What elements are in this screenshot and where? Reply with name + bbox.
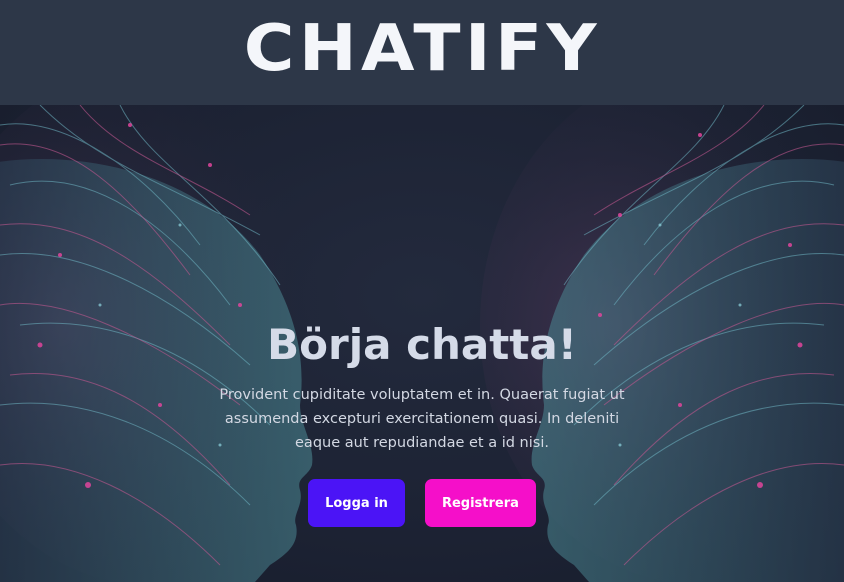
- top-header: CHATIFY: [0, 0, 844, 105]
- hero-actions: Logga in Registrera: [0, 479, 844, 527]
- hero-headline: Börja chatta!: [267, 320, 577, 369]
- hero-content: Börja chatta! Provident cupiditate volup…: [0, 320, 844, 527]
- hero-section: Börja chatta! Provident cupiditate volup…: [0, 105, 844, 582]
- login-button[interactable]: Logga in: [308, 479, 405, 527]
- hero-description: Provident cupiditate voluptatem et in. Q…: [219, 387, 625, 451]
- register-button[interactable]: Registrera: [424, 479, 536, 527]
- app-root: CHATIFY Börja chatta! Provident cupidita…: [0, 0, 844, 582]
- brand-logo[interactable]: CHATIFY: [243, 17, 600, 81]
